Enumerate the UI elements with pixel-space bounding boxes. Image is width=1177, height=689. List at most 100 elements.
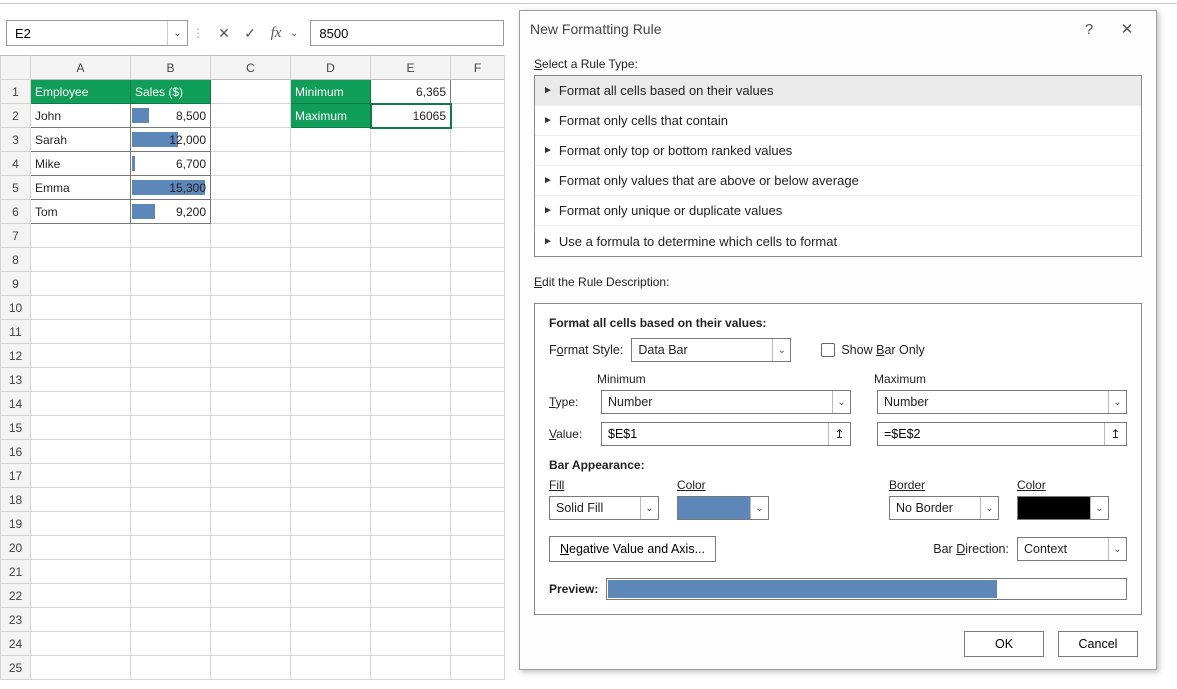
row-header[interactable]: 16 — [1, 440, 31, 464]
cell[interactable] — [31, 296, 131, 320]
cell[interactable] — [451, 152, 505, 176]
cell[interactable] — [211, 488, 291, 512]
max-value-input[interactable]: ↥ — [877, 422, 1127, 446]
cell[interactable] — [371, 344, 451, 368]
row-header[interactable]: 21 — [1, 560, 31, 584]
cell[interactable] — [371, 200, 451, 224]
cell[interactable] — [211, 104, 291, 128]
cell[interactable] — [451, 416, 505, 440]
cell[interactable] — [451, 320, 505, 344]
row-header[interactable]: 10 — [1, 296, 31, 320]
cell[interactable]: 9,200 — [131, 200, 211, 224]
cell[interactable] — [31, 320, 131, 344]
cell[interactable] — [291, 224, 371, 248]
cell[interactable] — [31, 344, 131, 368]
cell[interactable] — [211, 176, 291, 200]
cell[interactable] — [371, 176, 451, 200]
format-style-combobox[interactable]: Data Bar ⌄ — [631, 338, 791, 362]
cell[interactable] — [371, 368, 451, 392]
row-header[interactable]: 12 — [1, 344, 31, 368]
fill-color-picker[interactable]: ⌄ — [677, 496, 769, 520]
cell[interactable] — [31, 608, 131, 632]
cell[interactable] — [131, 608, 211, 632]
cell[interactable] — [451, 104, 505, 128]
chevron-down-icon[interactable]: ⌄ — [640, 497, 658, 519]
cell[interactable]: Emma — [31, 176, 131, 200]
cell[interactable] — [291, 440, 371, 464]
cell[interactable]: 15,300 — [131, 176, 211, 200]
rule-type-item[interactable]: ►Format only top or bottom ranked values — [535, 136, 1141, 166]
row-header[interactable]: 17 — [1, 464, 31, 488]
cell[interactable] — [131, 248, 211, 272]
select-all-corner[interactable] — [1, 56, 31, 80]
cell[interactable] — [371, 272, 451, 296]
min-value-field[interactable] — [602, 427, 828, 441]
ok-button[interactable]: OK — [964, 631, 1044, 657]
cell[interactable] — [451, 656, 505, 680]
range-picker-icon[interactable]: ↥ — [828, 423, 850, 445]
cell[interactable] — [31, 440, 131, 464]
cell[interactable] — [371, 152, 451, 176]
cell[interactable] — [451, 344, 505, 368]
cell[interactable] — [31, 536, 131, 560]
row-header[interactable]: 8 — [1, 248, 31, 272]
cell[interactable] — [371, 584, 451, 608]
cell[interactable] — [131, 392, 211, 416]
cell[interactable] — [371, 296, 451, 320]
cell[interactable]: Employee — [31, 80, 131, 104]
cell[interactable] — [451, 128, 505, 152]
cell[interactable] — [291, 344, 371, 368]
name-box-dropdown-icon[interactable]: ⌄ — [167, 21, 187, 45]
show-bar-only-checkbox[interactable]: Show Bar Only — [821, 343, 924, 357]
cell[interactable] — [131, 512, 211, 536]
cell[interactable] — [211, 392, 291, 416]
rule-type-list[interactable]: ►Format all cells based on their values ►… — [534, 75, 1142, 257]
cell[interactable] — [291, 368, 371, 392]
cell[interactable]: Minimum — [291, 80, 371, 104]
rule-type-item[interactable]: ►Use a formula to determine which cells … — [535, 226, 1141, 256]
cell[interactable] — [291, 608, 371, 632]
column-header[interactable]: F — [451, 56, 505, 80]
cell[interactable] — [291, 296, 371, 320]
cancel-button[interactable]: Cancel — [1058, 631, 1138, 657]
chevron-down-icon[interactable]: ⌄ — [1108, 538, 1126, 560]
cell[interactable] — [131, 440, 211, 464]
cell[interactable] — [371, 560, 451, 584]
row-header[interactable]: 25 — [1, 656, 31, 680]
column-header[interactable]: C — [211, 56, 291, 80]
cell[interactable]: Sarah — [31, 128, 131, 152]
cell[interactable] — [131, 632, 211, 656]
cell[interactable] — [371, 656, 451, 680]
cell[interactable] — [131, 416, 211, 440]
chevron-down-icon[interactable]: ⌄ — [750, 497, 768, 519]
cell[interactable] — [211, 440, 291, 464]
cell[interactable] — [451, 584, 505, 608]
cell[interactable] — [131, 320, 211, 344]
cell[interactable] — [131, 488, 211, 512]
cell[interactable] — [451, 440, 505, 464]
cell[interactable] — [291, 200, 371, 224]
cell[interactable] — [291, 272, 371, 296]
cell[interactable] — [451, 608, 505, 632]
cell[interactable] — [31, 248, 131, 272]
cell[interactable] — [211, 632, 291, 656]
rule-type-item[interactable]: ►Format all cells based on their values — [535, 76, 1141, 106]
negative-value-axis-button[interactable]: Negative Value and Axis... — [549, 536, 716, 562]
cell[interactable] — [291, 632, 371, 656]
cell[interactable] — [31, 272, 131, 296]
cell[interactable] — [31, 224, 131, 248]
cell[interactable] — [211, 80, 291, 104]
cell[interactable] — [211, 296, 291, 320]
cell[interactable] — [211, 536, 291, 560]
cell[interactable] — [291, 176, 371, 200]
cell[interactable] — [291, 488, 371, 512]
cell[interactable] — [211, 608, 291, 632]
cell[interactable] — [451, 200, 505, 224]
cell[interactable] — [31, 392, 131, 416]
row-header[interactable]: 7 — [1, 224, 31, 248]
cell[interactable] — [291, 584, 371, 608]
cell[interactable] — [291, 392, 371, 416]
cell[interactable] — [291, 152, 371, 176]
cell[interactable] — [371, 440, 451, 464]
cell[interactable] — [131, 464, 211, 488]
